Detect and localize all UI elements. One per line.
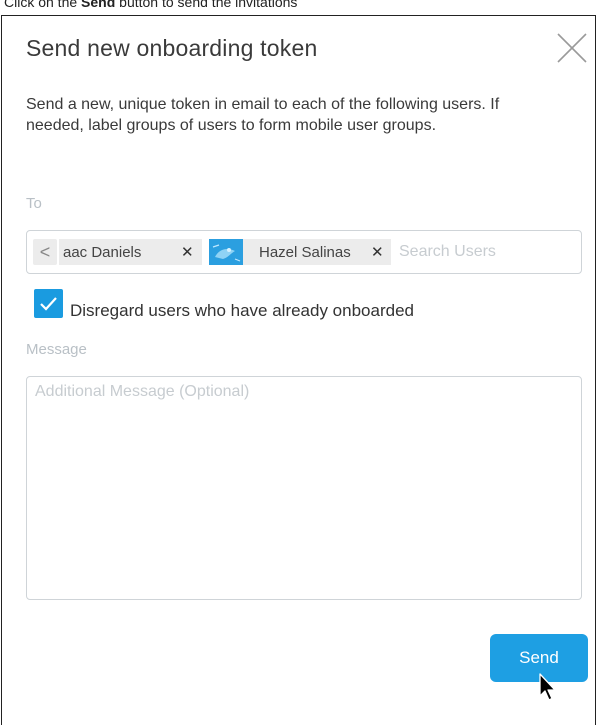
chevron-left-icon: < [39, 241, 51, 262]
search-users-input[interactable] [399, 241, 569, 263]
recipient-name: aac Daniels [63, 243, 142, 261]
caption-bold: Send [81, 0, 116, 10]
dialog-title: Send new onboarding token [26, 35, 318, 61]
message-label: Message [26, 341, 87, 358]
to-label: To [26, 195, 42, 212]
recipient-name: Hazel Salinas [259, 243, 351, 261]
mouse-pointer-icon [538, 673, 558, 703]
instruction-caption: Click on the Send button to send the inv… [4, 0, 297, 10]
checkbox-label: Disregard users who have already onboard… [70, 301, 414, 320]
message-box [26, 376, 582, 600]
remove-recipient-icon[interactable]: ✕ [371, 243, 384, 261]
disregard-onboarded-checkbox[interactable] [34, 289, 63, 318]
dialog-description: Send a new, unique token in email to eac… [26, 96, 500, 134]
caption-suffix: button to send the invitations [115, 0, 298, 10]
close-icon[interactable] [556, 32, 588, 64]
recipients-field[interactable]: < aac Daniels ✕ Hazel Salinas ✕ [26, 230, 582, 274]
recipient-chip: aac Daniels ✕ [59, 239, 202, 265]
message-textarea[interactable] [27, 377, 581, 599]
scroll-left-button[interactable]: < [33, 239, 57, 265]
remove-recipient-icon[interactable]: ✕ [181, 243, 194, 261]
avatar-icon [209, 239, 243, 265]
recipient-chip: Hazel Salinas ✕ [209, 239, 391, 265]
caption-prefix: Click on the [4, 0, 82, 10]
checkmark-icon [40, 297, 57, 311]
